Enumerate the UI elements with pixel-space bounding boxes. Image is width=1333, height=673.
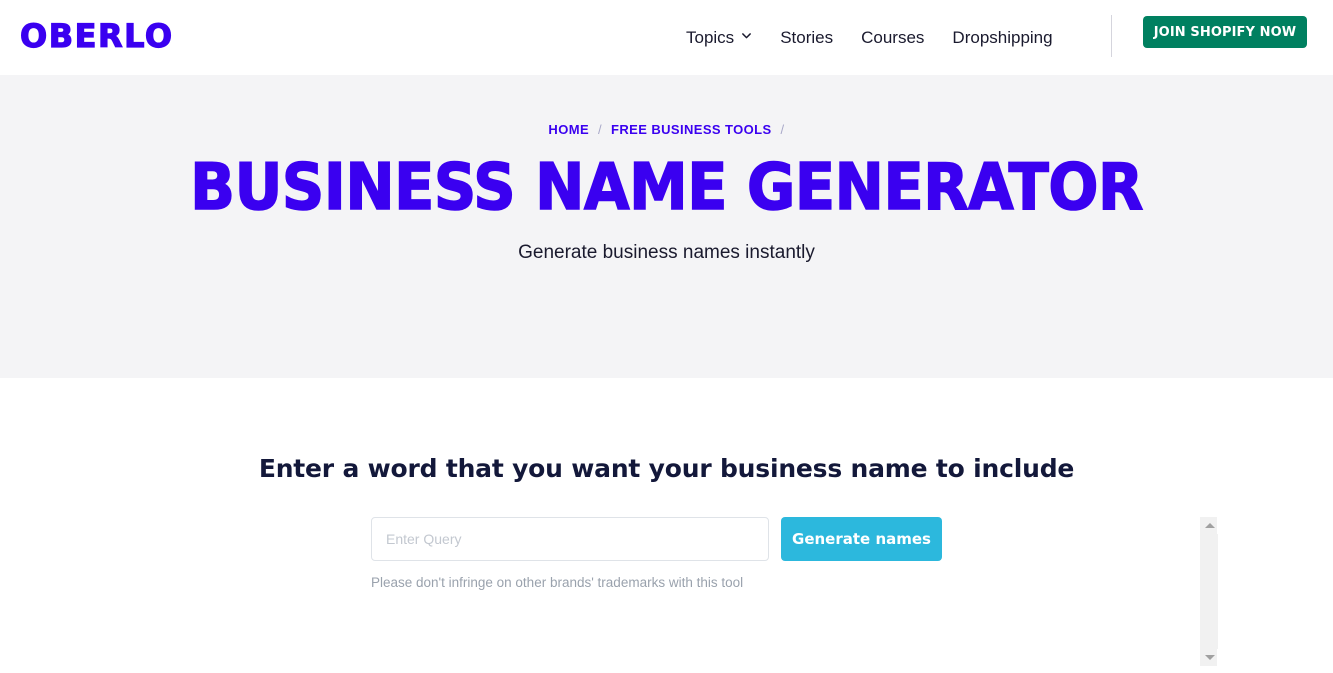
nav-divider xyxy=(1111,15,1112,57)
breadcrumb-separator-trailing: / xyxy=(780,121,785,137)
nav-item-label: Courses xyxy=(861,27,925,47)
nav-item-topics[interactable]: Topics xyxy=(680,28,766,48)
generate-names-button[interactable]: Generate names xyxy=(781,517,942,561)
nav-item-label: Dropshipping xyxy=(952,27,1053,47)
search-input[interactable] xyxy=(371,517,769,561)
page-title: BUSINESS NAME GENERATOR xyxy=(189,151,1144,225)
nav-item-label: Stories xyxy=(780,27,834,47)
breadcrumb-item-free-business-tools[interactable]: FREE BUSINESS TOOLS xyxy=(611,122,772,137)
site-header: OBERLO Topics Stories Courses Dropshippi… xyxy=(0,0,1333,75)
triangle-down-icon xyxy=(1204,655,1215,660)
breadcrumb-separator: / xyxy=(598,121,603,137)
oberlo-logo[interactable]: OBERLO xyxy=(19,16,174,56)
generator-form: Generate names xyxy=(0,517,1333,561)
trademark-disclaimer: Please don't infringe on other brands' t… xyxy=(371,575,744,590)
chevron-down-icon xyxy=(741,30,752,41)
join-shopify-now-button[interactable]: JOIN SHOPIFY NOW xyxy=(1143,16,1307,48)
nav-item-stories[interactable]: Stories xyxy=(766,28,847,48)
main-navigation: Topics Stories Courses Dropshipping xyxy=(680,0,1067,75)
nav-item-courses[interactable]: Courses xyxy=(847,28,938,48)
nav-item-label: Topics xyxy=(686,27,735,47)
breadcrumb: HOME / FREE BUSINESS TOOLS / xyxy=(0,120,1333,138)
page-subtitle: Generate business names instantly xyxy=(518,242,815,263)
scroll-up-button[interactable] xyxy=(1201,517,1218,534)
triangle-up-icon xyxy=(1204,523,1215,528)
scrollbar-track[interactable] xyxy=(1201,534,1218,649)
generator-tool-section: Enter a word that you want your business… xyxy=(0,378,1333,590)
tool-heading: Enter a word that you want your business… xyxy=(258,454,1075,483)
vertical-scrollbar[interactable] xyxy=(1200,517,1218,666)
hero-section: HOME / FREE BUSINESS TOOLS / BUSINESS NA… xyxy=(0,75,1333,378)
nav-item-dropshipping[interactable]: Dropshipping xyxy=(938,28,1066,48)
scroll-down-button[interactable] xyxy=(1201,649,1218,666)
breadcrumb-item-home[interactable]: HOME xyxy=(548,122,589,137)
